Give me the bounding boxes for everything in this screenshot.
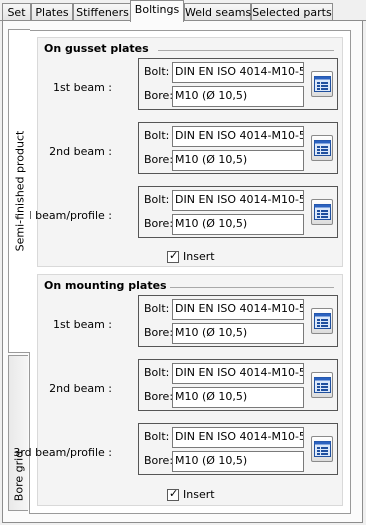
checkmark-icon: ✓ (169, 249, 179, 262)
tab-boltings[interactable]: Boltings (130, 0, 184, 22)
checkbox[interactable]: ✓ (167, 487, 179, 501)
bolt-label: Bolt: (144, 430, 170, 443)
bolt-label: Bolt: (144, 193, 170, 206)
bolt-spec-box: Bolt: DIN EN ISO 4014-M10-5.6 Bore: M10 … (138, 295, 338, 347)
catalog-picker-button[interactable] (311, 135, 333, 161)
bolt-field[interactable]: DIN EN ISO 4014-M10-5.6 (172, 190, 304, 211)
catalog-picker-icon (314, 313, 331, 329)
catalog-picker-icon (314, 140, 331, 156)
group-divider (158, 50, 334, 51)
bore-label: Bore: (144, 217, 174, 230)
gusset-plates-title: On gusset plates (44, 42, 149, 55)
catalog-picker-button[interactable] (311, 308, 333, 334)
catalog-picker-icon (314, 377, 331, 393)
tab-plates[interactable]: Plates (31, 3, 73, 21)
tab-bore-grid[interactable]: Bore grid (8, 355, 28, 511)
checkmark-icon: ✓ (169, 487, 179, 500)
bore-label: Bore: (144, 390, 174, 403)
bore-field[interactable]: M10 (Ø 10,5) (172, 150, 304, 171)
bore-label: Bore: (144, 89, 174, 102)
checkbox[interactable]: ✓ (167, 249, 179, 263)
tab-semi-finished-product-label: Semi-finished product (13, 130, 26, 252)
bolt-field[interactable]: DIN EN ISO 4014-M10-5.6 (172, 427, 304, 448)
bolt-field[interactable]: DIN EN ISO 4014-M10-5.6 (172, 363, 304, 384)
bolt-field[interactable]: DIN EN ISO 4014-M10-5.6 (172, 299, 304, 320)
bolt-spec-box: Bolt: DIN EN ISO 4014-M10-5.6 Bore: M10 … (138, 58, 338, 110)
catalog-picker-button[interactable] (311, 436, 333, 462)
tab-weld-seams[interactable]: Weld seams (184, 3, 251, 21)
insert-label: Insert (183, 250, 215, 263)
mounting-plates-title: On mounting plates (44, 279, 167, 292)
catalog-picker-icon (314, 441, 331, 457)
gusset-plates-group: On gusset plates 1st beam : Bolt: DIN EN… (13, 37, 343, 267)
catalog-picker-icon (314, 76, 331, 92)
catalog-picker-button[interactable] (311, 372, 333, 398)
semi-finished-pane: On gusset plates 1st beam : Bolt: DIN EN… (13, 30, 351, 514)
bore-field[interactable]: M10 (Ø 10,5) (172, 214, 304, 235)
bore-field[interactable]: M10 (Ø 10,5) (172, 323, 304, 344)
beam-label: 2nd beam : (49, 382, 112, 395)
tab-semi-finished-product[interactable]: Semi-finished product (8, 29, 30, 353)
bolt-spec-box: Bolt: DIN EN ISO 4014-M10-5.6 Bore: M10 … (138, 359, 338, 411)
bolt-label: Bolt: (144, 65, 170, 78)
beam-label: 3rd beam/profile : (13, 446, 112, 459)
bore-field[interactable]: M10 (Ø 10,5) (172, 451, 304, 472)
tab-stiffeners[interactable]: Stiffeners (73, 3, 132, 21)
catalog-picker-icon (314, 204, 331, 220)
catalog-picker-button[interactable] (311, 71, 333, 97)
tab-bar: Set Plates Stiffeners Boltings Weld seam… (0, 0, 366, 22)
bore-label: Bore: (144, 326, 174, 339)
group-divider (170, 287, 334, 288)
catalog-picker-button[interactable] (311, 199, 333, 225)
bore-field[interactable]: M10 (Ø 10,5) (172, 387, 304, 408)
bolt-spec-box: Bolt: DIN EN ISO 4014-M10-5.6 Bore: M10 … (138, 423, 338, 475)
bore-label: Bore: (144, 454, 174, 467)
tab-selected-parts[interactable]: Selected parts (251, 3, 333, 21)
bolt-label: Bolt: (144, 129, 170, 142)
bolt-field[interactable]: DIN EN ISO 4014-M10-5.6 (172, 62, 304, 83)
bore-field[interactable]: M10 (Ø 10,5) (172, 86, 304, 107)
bolt-label: Bolt: (144, 366, 170, 379)
mounting-plates-group: On mounting plates 1st beam : Bolt: DIN … (13, 274, 343, 506)
insert-label: Insert (183, 488, 215, 501)
bolt-field[interactable]: DIN EN ISO 4014-M10-5.6 (172, 126, 304, 147)
bore-label: Bore: (144, 153, 174, 166)
bolt-spec-box: Bolt: DIN EN ISO 4014-M10-5.6 Bore: M10 … (138, 186, 338, 238)
bolt-label: Bolt: (144, 302, 170, 315)
tab-set[interactable]: Set (2, 3, 31, 21)
bolt-spec-box: Bolt: DIN EN ISO 4014-M10-5.6 Bore: M10 … (138, 122, 338, 174)
